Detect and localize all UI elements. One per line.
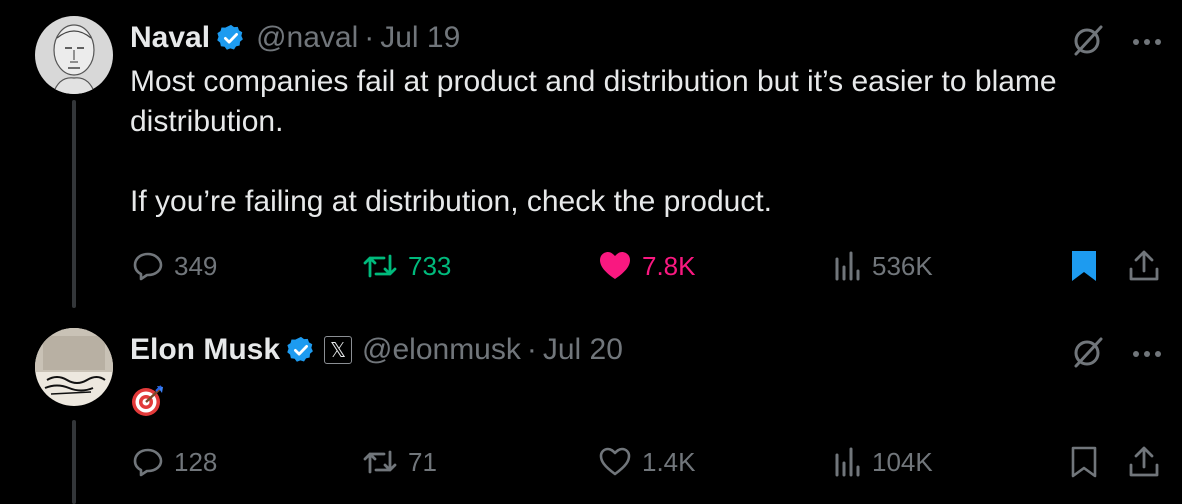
tweet-paragraph: If you’re failing at distribution, check… [130, 185, 773, 218]
verified-badge-icon [216, 23, 246, 53]
tweet-paragraph: Most companies fail at product and distr… [130, 65, 1057, 138]
tweet-header: Elon Musk 𝕏 @elonmusk · Jul 20 [130, 330, 623, 370]
author-name[interactable]: Elon Musk [130, 333, 280, 367]
heart-filled-icon [600, 252, 630, 279]
views-count: 536K [872, 250, 933, 281]
thread-line [72, 100, 76, 308]
share-icon [1129, 250, 1159, 281]
x-affiliate-badge-icon[interactable]: 𝕏 [324, 336, 353, 364]
retweet-button[interactable]: 733 [362, 246, 451, 286]
retweet-icon [363, 450, 397, 474]
share-button[interactable] [1128, 246, 1160, 286]
reply-button[interactable]: 128 [132, 442, 217, 482]
bookmark-outline-icon [1071, 446, 1097, 478]
tweet-actions: 349 733 7.8K 536K [130, 246, 1182, 286]
views-button[interactable]: 536K [834, 246, 933, 286]
verified-badge-icon [286, 335, 316, 365]
avatar[interactable] [35, 328, 113, 406]
retweet-count: 733 [408, 250, 452, 281]
direct-hit-target-icon [130, 383, 166, 424]
views-chart-icon [835, 447, 860, 477]
reply-count: 128 [174, 446, 218, 477]
views-button[interactable]: 104K [834, 442, 933, 482]
tweet-date[interactable]: Jul 19 [380, 21, 460, 55]
tweet-top-actions [1070, 22, 1162, 63]
separator-dot: · [364, 21, 375, 54]
like-button[interactable]: 7.8K [598, 246, 696, 286]
views-count: 104K [872, 446, 933, 477]
tweet-header: Naval @naval · Jul 19 [130, 18, 460, 58]
reply-count: 349 [174, 250, 218, 281]
bookmark-button[interactable] [1070, 246, 1098, 286]
tweet-date[interactable]: Jul 20 [543, 333, 623, 367]
author-handle[interactable]: @elonmusk [362, 333, 521, 367]
avatar[interactable] [35, 16, 113, 94]
more-options-icon[interactable] [1132, 34, 1162, 52]
tweet-text: Most companies fail at product and distr… [130, 62, 1130, 222]
retweet-count: 71 [408, 446, 437, 477]
tweet-naval[interactable]: Naval @naval · Jul 19 Most companies fai… [0, 0, 1182, 308]
retweet-icon [363, 254, 397, 278]
reply-icon [133, 252, 163, 281]
share-icon [1129, 446, 1159, 477]
tweet-actions: 128 71 1.4K 104K [130, 442, 1182, 482]
bookmark-filled-icon [1072, 251, 1096, 281]
views-chart-icon [835, 251, 860, 281]
more-options-icon[interactable] [1132, 346, 1162, 364]
tweet-elonmusk[interactable]: Elon Musk 𝕏 @elonmusk · Jul 20 128 71 1.… [0, 308, 1182, 504]
like-count: 1.4K [642, 446, 696, 477]
bookmark-button[interactable] [1070, 442, 1098, 482]
separator-dot: · [526, 333, 537, 366]
thread-line [72, 420, 76, 504]
tweet-top-actions [1070, 334, 1162, 375]
reply-icon [133, 448, 163, 477]
heart-outline-icon [599, 447, 631, 476]
author-handle[interactable]: @naval [256, 21, 358, 55]
author-name[interactable]: Naval [130, 21, 210, 55]
retweet-button[interactable]: 71 [362, 442, 437, 482]
share-button[interactable] [1128, 442, 1160, 482]
reply-button[interactable]: 349 [132, 246, 217, 286]
grok-icon[interactable] [1070, 22, 1106, 63]
like-button[interactable]: 1.4K [598, 442, 696, 482]
like-count: 7.8K [642, 250, 696, 281]
grok-icon[interactable] [1070, 334, 1106, 375]
